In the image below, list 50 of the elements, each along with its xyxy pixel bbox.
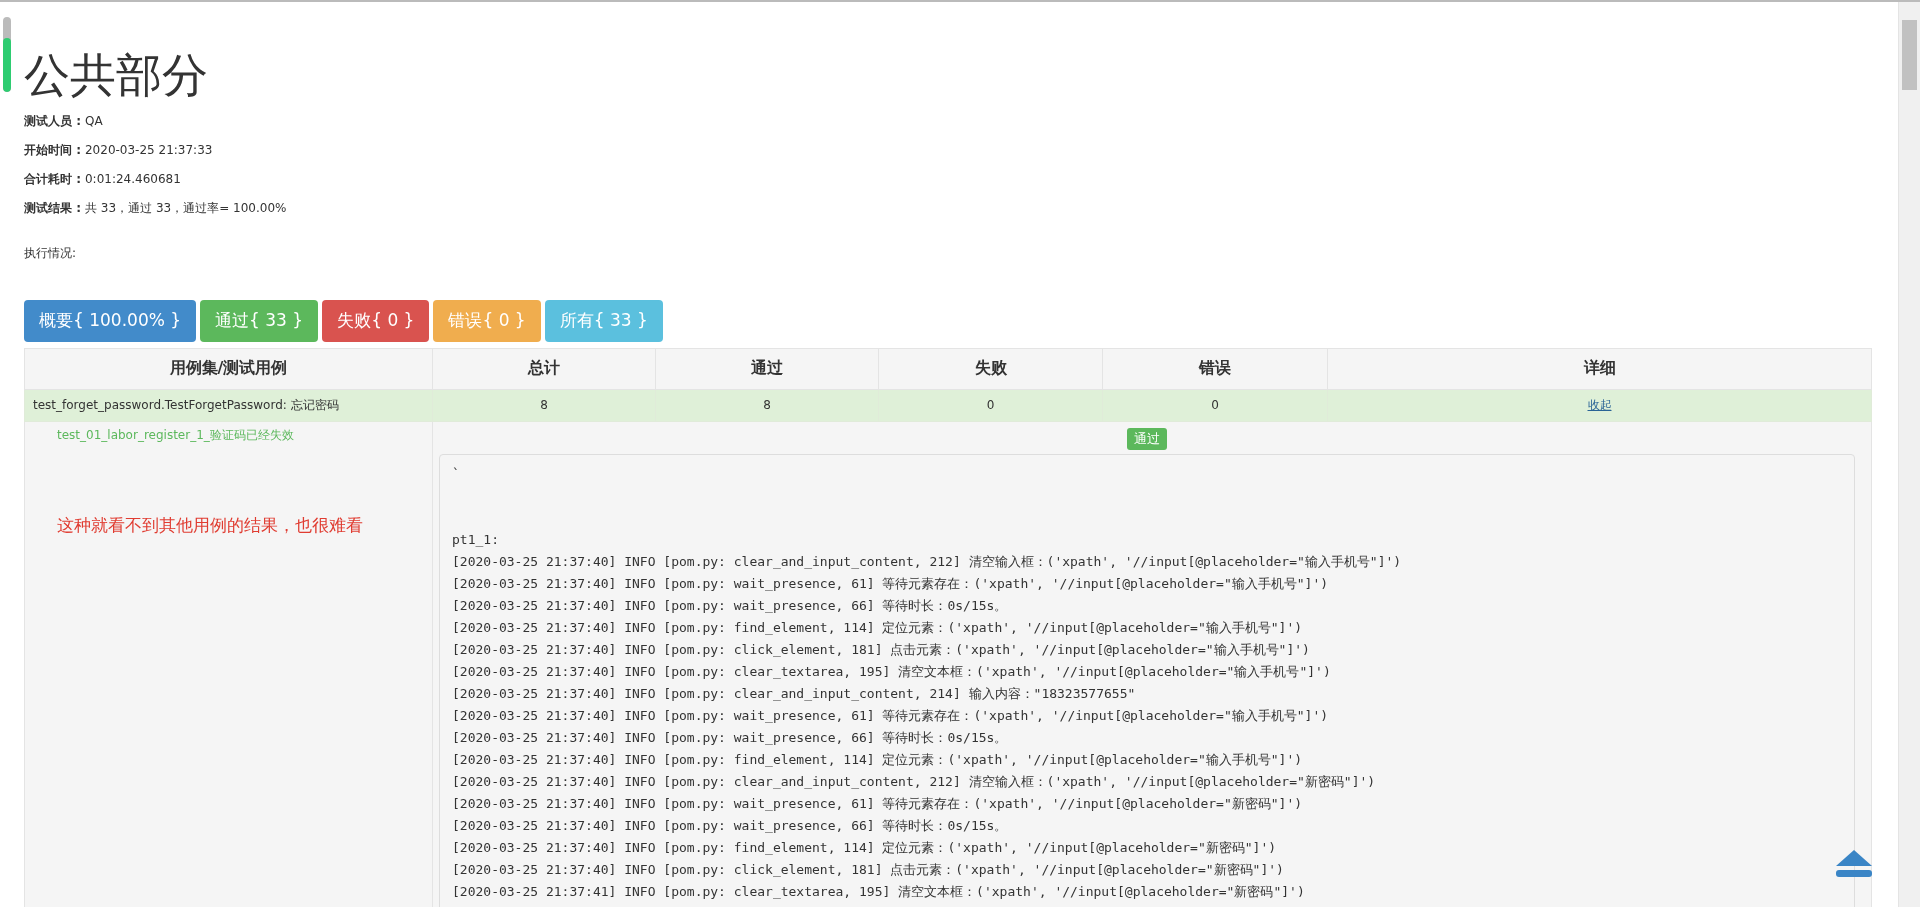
table-cell: 0: [1102, 389, 1328, 422]
column-header: 用例集/测试用例: [24, 348, 433, 390]
log-line: [2020-03-25 21:37:40] INFO [pom.py: wait_presence, 66] 等待时长：0s/15s。: [452, 597, 1008, 613]
log-line: [2020-03-25 21:37:40] INFO [pom.py: wait_presence, 66] 等待时长：0s/15s。: [452, 729, 1008, 745]
column-header: 通过: [655, 348, 879, 390]
log-line: [2020-03-25 21:37:40] INFO [pom.py: find_element, 114] 定位元素：('xpath', '//input[@placeholder="输入手机号"]'): [452, 751, 1303, 767]
info-value: QA: [85, 113, 103, 128]
column-header: 失败: [878, 348, 1103, 390]
table-cell: 8: [432, 389, 656, 422]
table-cell: 0: [878, 389, 1103, 422]
info-value: 0:01:24.460681: [85, 171, 181, 186]
log-line: [2020-03-25 21:37:40] INFO [pom.py: clear_textarea, 195] 清空文本框：('xpath', '//input[@placeholder="输入手机号"]'): [452, 663, 1331, 679]
log-line: [2020-03-25 21:37:40] INFO [pom.py: wait_presence, 66] 等待时长：0s/15s。: [452, 817, 1008, 833]
info-label: 开始时间 :: [24, 142, 81, 157]
log-line: [2020-03-25 21:37:40] INFO [pom.py: wait_presence, 61] 等待元素存在：('xpath', '//input[@placeholder="输入手机号"]'): [452, 575, 1329, 591]
back-to-top-icon[interactable]: [1836, 850, 1872, 878]
filter-button[interactable]: 错误{ 0 }: [433, 299, 541, 342]
log-line: [2020-03-25 21:37:40] INFO [pom.py: wait_presence, 61] 等待元素存在：('xpath', '//input[@placeholder="新密码"]'): [452, 795, 1303, 811]
info-value: 2020-03-25 21:37:33: [85, 142, 213, 157]
result-button[interactable]: 通过: [1127, 427, 1167, 450]
filter-button[interactable]: 失败{ 0 }: [322, 299, 430, 342]
info-label: 合计耗时 :: [24, 171, 81, 186]
filter-button[interactable]: 通过{ 33 }: [200, 299, 319, 342]
test-case-name: test_01_labor_register_1_验证码已经失效: [57, 426, 295, 444]
log-line: [2020-03-25 21:37:40] INFO [pom.py: wait_presence, 61] 等待元素存在：('xpath', '//input[@placeholder="输入手机号"]'): [452, 707, 1329, 723]
log-line: [2020-03-25 21:37:40] INFO [pom.py: click_element, 181] 点击元素：('xpath', '//input[@placeholder="输入手机号"]'): [452, 641, 1310, 657]
annotation-text: 这种就看不到其他用例的结果，也很难看: [57, 513, 364, 537]
info-label: 测试人员 :: [24, 113, 81, 128]
log-line: [2020-03-25 21:37:40] INFO [pom.py: clear_and_input_content, 212] 清空输入框：('xpath', '//input[@placeholder="新密码"]'): [452, 773, 1376, 789]
info-label: 测试结果 :: [24, 200, 81, 215]
page-title: 公共部分: [24, 50, 209, 101]
filter-button[interactable]: 概要{ 100.00% }: [24, 299, 197, 342]
collapse-link[interactable]: 收起: [1587, 397, 1612, 412]
log-line: [2020-03-25 21:37:40] INFO [pom.py: find_element, 114] 定位元素：('xpath', '//input[@placeholder="新密码"]'): [452, 839, 1277, 855]
log-line: [2020-03-25 21:37:40] INFO [pom.py: clear_and_input_content, 212] 清空输入框：('xpath', '//input[@placeholder="输入手机号"]'): [452, 553, 1402, 569]
log-line: [2020-03-25 21:37:41] INFO [pom.py: clear_textarea, 195] 清空文本框：('xpath', '//input[@placeholder="新密码"]'): [452, 883, 1305, 899]
table-cell: 8: [655, 389, 879, 422]
log-line: [2020-03-25 21:37:40] INFO [pom.py: clear_and_input_content, 214] 输入内容："18323577655": [452, 685, 1136, 701]
log-line: [2020-03-25 21:37:40] INFO [pom.py: find_element, 114] 定位元素：('xpath', '//input[@placeholder="输入手机号"]'): [452, 619, 1303, 635]
column-header: 详细: [1327, 348, 1872, 390]
table-cell: test_forget_password.TestForgetPassword: 忘记密码: [24, 389, 433, 422]
column-header: 总计: [432, 348, 656, 390]
column-header: 错误: [1102, 348, 1328, 390]
log-line: pt1_1:: [452, 531, 499, 547]
log-line: [2020-03-25 21:37:40] INFO [pom.py: click_element, 181] 点击元素：('xpath', '//input[@placeholder="新密码"]'): [452, 861, 1284, 877]
log-line: `: [452, 465, 460, 481]
scroll-bar[interactable]: [1898, 2, 1920, 907]
info-value: 共 33，通过 33，通过率= 100.00%: [85, 200, 287, 215]
execution-label: 执行情况:: [24, 244, 78, 262]
filter-button[interactable]: 所有{ 33 }: [544, 299, 663, 342]
